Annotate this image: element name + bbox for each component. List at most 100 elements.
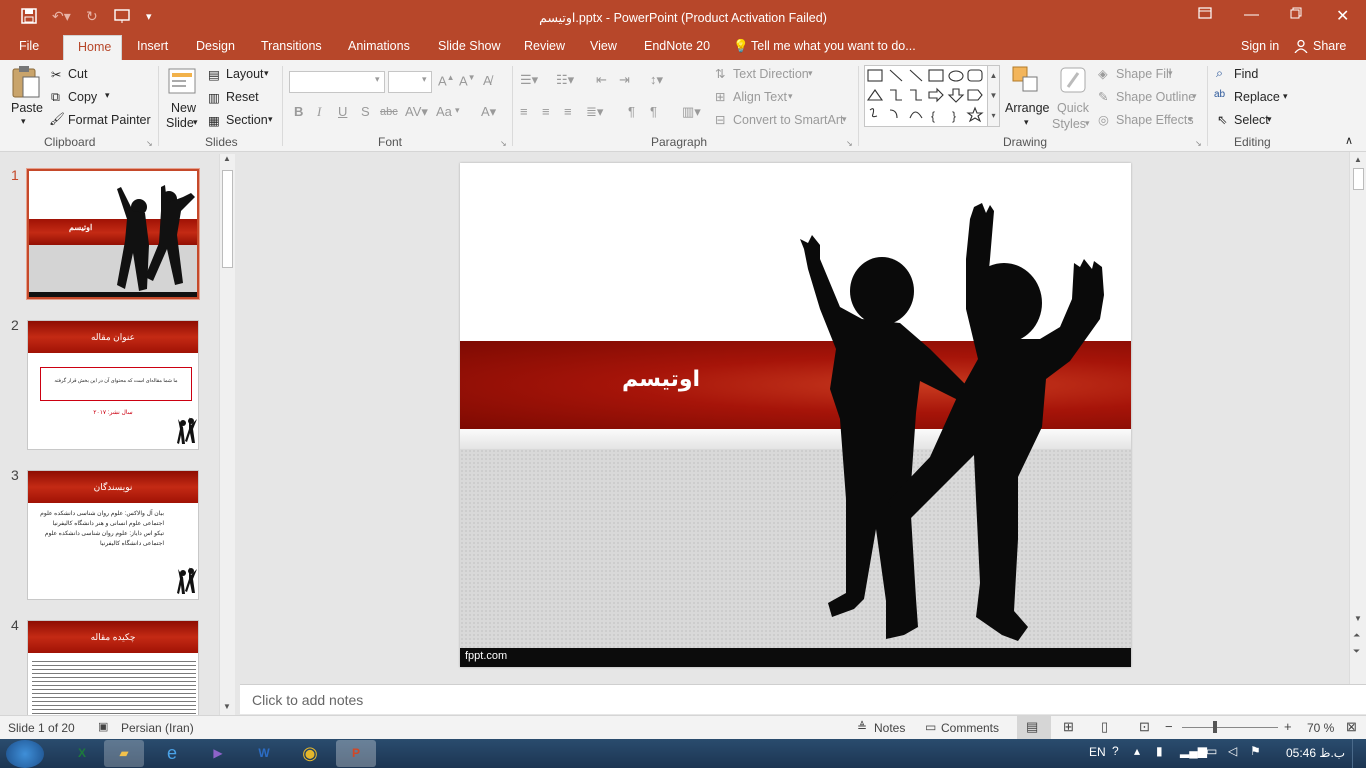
shapes-gallery[interactable]: {} [864, 65, 1000, 127]
excel-icon[interactable]: X [62, 740, 102, 767]
notes-placeholder[interactable]: Click to add notes [252, 692, 363, 708]
tab-review[interactable]: Review [524, 39, 565, 53]
zoom-slider[interactable] [1182, 727, 1278, 728]
scroll-thumb[interactable] [1353, 168, 1364, 190]
underline-button[interactable]: U [338, 104, 347, 119]
scroll-down-icon[interactable]: ▼ [1354, 614, 1362, 623]
tab-insert[interactable]: Insert [137, 39, 168, 53]
change-case-dropdown-icon[interactable]: ▾ [455, 105, 460, 116]
input-language[interactable]: EN [1089, 745, 1106, 759]
scroll-thumb[interactable] [222, 170, 233, 268]
align-text-dropdown-icon[interactable]: ▾ [788, 91, 793, 102]
chrome-icon[interactable]: ◉ [290, 740, 330, 767]
increase-indent-icon[interactable]: ⇥ [619, 72, 630, 88]
replace-icon[interactable]: ab [1214, 89, 1225, 100]
text-shadow-button[interactable]: S [361, 104, 370, 119]
tab-home[interactable]: Home [63, 35, 123, 60]
shape-effects-dropdown-icon[interactable]: ▾ [1188, 114, 1193, 125]
tab-endnote[interactable]: EndNote 20 [644, 39, 710, 53]
shape-outline-icon[interactable]: ✎ [1098, 89, 1108, 104]
slide-sorter-icon[interactable]: ⊞ [1063, 719, 1074, 735]
fit-slide-icon[interactable]: ⊠ [1346, 719, 1357, 735]
share-button[interactable]: Share [1313, 39, 1346, 53]
quick-styles-icon[interactable] [1058, 65, 1088, 100]
quick-styles-dropdown-icon[interactable]: ▾ [1085, 118, 1090, 129]
scroll-up-icon[interactable]: ▲ [223, 154, 231, 163]
layout-dropdown-icon[interactable]: ▾ [264, 68, 269, 79]
slide-canvas[interactable]: اوتیسم fppt.com [460, 163, 1131, 667]
notes-icon[interactable]: ≜ [857, 720, 867, 734]
zoom-slider-thumb[interactable] [1213, 721, 1217, 733]
align-text-button[interactable]: Align Text [733, 90, 787, 104]
paste-label[interactable]: Paste [11, 101, 43, 115]
start-button-icon[interactable] [6, 740, 44, 768]
slide-thumbnail[interactable]: اوتیسم [26, 168, 200, 300]
replace-button[interactable]: Replace [1234, 90, 1280, 104]
slide-thumbnail[interactable]: چکیده مقاله [27, 620, 199, 715]
next-slide-icon[interactable]: ⏷ [1353, 646, 1360, 657]
quick-styles-label[interactable]: Quick [1057, 101, 1089, 115]
minimize-icon[interactable]: — [1244, 6, 1259, 23]
text-direction-button[interactable]: Text Direction [733, 67, 809, 81]
signal-icon[interactable]: ▂▄▆ [1180, 744, 1207, 758]
flag-icon[interactable]: ⚑ [1250, 744, 1261, 758]
help-icon[interactable]: ? [1112, 744, 1119, 758]
font-launcher-icon[interactable]: ↘ [500, 139, 507, 148]
volume-icon[interactable]: ◁ [1228, 744, 1237, 758]
reset-icon[interactable]: ▥ [208, 90, 220, 105]
bullets-icon[interactable]: ☰▾ [520, 72, 538, 88]
tray-arrow-icon[interactable]: ▴ [1134, 744, 1140, 758]
section-dropdown-icon[interactable]: ▾ [268, 114, 273, 125]
cut-icon[interactable]: ✂ [51, 67, 61, 82]
italic-button[interactable]: I [317, 104, 321, 120]
paste-icon[interactable] [11, 65, 41, 102]
new-slide-dropdown-icon[interactable]: ▾ [193, 117, 198, 128]
columns-icon[interactable]: ▥▾ [682, 104, 701, 120]
shape-effects-icon[interactable]: ◎ [1098, 112, 1109, 127]
arrange-button[interactable]: Arrange [1005, 101, 1049, 115]
slide-thumbnail[interactable]: عنوان مقاله ما شما مقاله‌ای است که محتوا… [27, 320, 199, 450]
proofing-icon[interactable]: ▣ [98, 720, 108, 733]
rtl-icon[interactable]: ¶ [650, 104, 657, 119]
restore-ribbon-icon[interactable] [1198, 6, 1212, 23]
comments-icon[interactable]: ▭ [925, 720, 936, 734]
internet-explorer-icon[interactable]: e [152, 740, 192, 767]
layout-button[interactable]: Layout [226, 67, 264, 81]
paste-dropdown-icon[interactable]: ▾ [21, 116, 26, 127]
arrange-icon[interactable] [1011, 65, 1041, 100]
shrink-font-icon[interactable]: A▼ [459, 73, 476, 88]
section-button[interactable]: Section [226, 113, 268, 127]
battery-icon[interactable]: ▭ [1206, 744, 1217, 758]
tab-slideshow[interactable]: Slide Show [438, 39, 501, 53]
align-right-icon[interactable]: ≡ [564, 104, 572, 119]
bold-button[interactable]: B [294, 104, 303, 119]
cut-button[interactable]: Cut [68, 67, 87, 81]
collapse-ribbon-icon[interactable]: ∧ [1345, 134, 1353, 147]
tab-transitions[interactable]: Transitions [261, 39, 322, 53]
show-desktop-button[interactable] [1352, 739, 1366, 768]
select-dropdown-icon[interactable]: ▾ [1267, 114, 1272, 125]
sign-in-link[interactable]: Sign in [1241, 39, 1279, 53]
shape-fill-icon[interactable]: ◈ [1098, 66, 1108, 81]
copy-icon[interactable]: ⧉ [51, 90, 60, 105]
layout-icon[interactable]: ▤ [208, 67, 220, 82]
maximize-icon[interactable] [1290, 6, 1302, 23]
scroll-down-icon[interactable]: ▼ [223, 702, 231, 711]
replace-dropdown-icon[interactable]: ▾ [1283, 91, 1288, 102]
copy-button[interactable]: Copy [68, 90, 97, 104]
font-size-dropdown-icon[interactable]: ▾ [422, 74, 427, 85]
font-color-icon[interactable]: A▾ [481, 104, 496, 120]
ltr-icon[interactable]: ¶ [628, 104, 635, 119]
grow-font-icon[interactable]: A▲ [438, 73, 455, 88]
quick-styles-sub-label[interactable]: Styles [1052, 117, 1086, 131]
section-icon[interactable]: ▦ [208, 113, 220, 128]
paragraph-launcher-icon[interactable]: ↘ [846, 139, 853, 148]
thumbnail-scrollbar[interactable]: ▲ ▼ [219, 154, 235, 715]
powerpoint-icon[interactable]: P [336, 740, 376, 767]
close-icon[interactable]: ✕ [1336, 6, 1349, 26]
smartart-icon[interactable]: ⊟ [715, 112, 725, 127]
shape-effects-button[interactable]: Shape Effects [1116, 113, 1194, 127]
shapes-gallery-scroll[interactable]: ▲ ▼ ▾ [987, 65, 1000, 127]
select-icon[interactable]: ⇖ [1217, 112, 1227, 127]
find-icon[interactable]: ⌕ [1216, 66, 1223, 81]
